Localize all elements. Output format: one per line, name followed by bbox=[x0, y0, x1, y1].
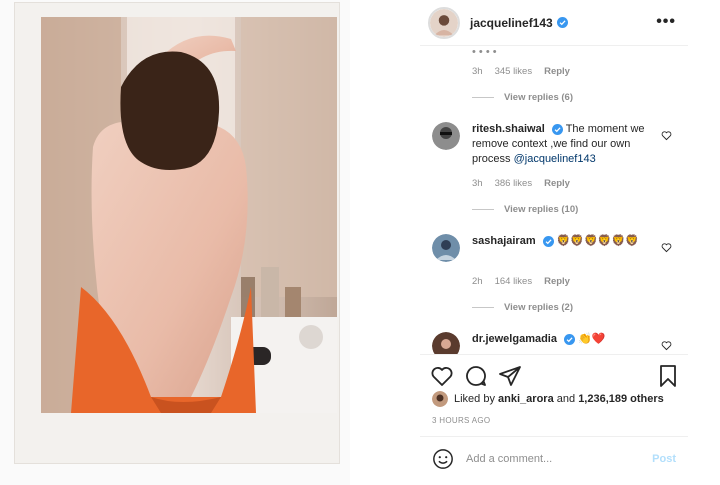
verified-badge-icon bbox=[551, 123, 563, 135]
like-comment-heart-icon[interactable] bbox=[661, 338, 672, 351]
view-replies-button[interactable]: View replies (2) bbox=[472, 302, 573, 313]
commenter-username[interactable]: dr.jewelgamadia bbox=[472, 333, 557, 345]
replies-divider bbox=[472, 209, 494, 210]
liked-by-prefix: Liked by bbox=[454, 393, 495, 405]
add-comment-input[interactable] bbox=[466, 452, 636, 465]
replies-divider bbox=[472, 307, 494, 308]
mention-link[interactable]: @jacquelinef143 bbox=[514, 153, 596, 165]
comment-text: 🦁🦁🦁🦁🦁🦁 bbox=[556, 235, 639, 247]
author-username[interactable]: jacquelinef143 bbox=[470, 16, 553, 30]
comment-meta: 3h 386 likes Reply bbox=[472, 178, 570, 189]
replies-divider bbox=[472, 97, 494, 98]
view-replies-label: View replies (10) bbox=[504, 204, 579, 215]
reply-button[interactable]: Reply bbox=[544, 178, 570, 189]
liker-username[interactable]: anki_arora bbox=[498, 393, 554, 405]
view-replies-button[interactable]: View replies (6) bbox=[472, 92, 573, 103]
share-paper-plane-icon[interactable] bbox=[498, 364, 522, 388]
commenter-avatar[interactable] bbox=[432, 122, 460, 150]
view-replies-label: View replies (6) bbox=[504, 92, 573, 103]
reply-button[interactable]: Reply bbox=[544, 276, 570, 287]
post-panel: jacquelinef143 ••• • • • • 3h 345 likes … bbox=[420, 0, 688, 485]
comment-bubble-icon[interactable] bbox=[464, 364, 488, 388]
comment-body: sashajairam 🦁🦁🦁🦁🦁🦁 bbox=[472, 234, 652, 249]
comment-time: 2h bbox=[472, 276, 483, 287]
post-comment-button[interactable]: Post bbox=[652, 453, 676, 465]
post-media-area bbox=[0, 0, 350, 485]
like-comment-heart-icon[interactable] bbox=[661, 240, 672, 253]
add-comment-row: Post bbox=[420, 436, 688, 480]
author-avatar[interactable] bbox=[428, 6, 460, 39]
others-count[interactable]: 1,236,189 others bbox=[578, 393, 664, 405]
reply-button[interactable]: Reply bbox=[544, 66, 570, 77]
commenter-username[interactable]: ritesh.shaiwal bbox=[472, 123, 545, 135]
post-header: jacquelinef143 ••• bbox=[420, 0, 688, 46]
like-heart-icon[interactable] bbox=[430, 364, 454, 388]
truncated-comment-text: • • • • bbox=[472, 46, 497, 58]
commenter-avatar[interactable] bbox=[432, 234, 460, 262]
verified-badge-icon bbox=[564, 333, 576, 345]
more-options-icon[interactable]: ••• bbox=[656, 13, 676, 31]
like-comment-heart-icon[interactable] bbox=[661, 128, 672, 141]
comment-time: 3h bbox=[472, 66, 483, 77]
post-actions-bar bbox=[420, 354, 688, 394]
view-replies-button[interactable]: View replies (10) bbox=[472, 204, 578, 215]
liked-by-and: and bbox=[556, 393, 576, 405]
comment-time: 3h bbox=[472, 178, 483, 189]
post-timestamp[interactable]: 3 HOURS AGO bbox=[432, 416, 490, 425]
comment-body: ritesh.shaiwal The moment we remove cont… bbox=[472, 122, 652, 167]
comment-meta: 3h 345 likes Reply bbox=[472, 66, 570, 77]
view-replies-label: View replies (2) bbox=[504, 302, 573, 313]
post-photo[interactable] bbox=[41, 17, 337, 413]
comment-likes[interactable]: 164 likes bbox=[495, 276, 533, 287]
polaroid-frame bbox=[14, 2, 340, 464]
emoji-smiley-icon[interactable] bbox=[432, 448, 454, 470]
commenter-avatar[interactable] bbox=[432, 332, 460, 354]
save-bookmark-icon[interactable] bbox=[656, 364, 680, 388]
comment-text: 👏❤️ bbox=[578, 333, 606, 345]
likes-summary: Liked by anki_arora and 1,236,189 others bbox=[432, 391, 664, 407]
comments-list: • • • • 3h 345 likes Reply View replies … bbox=[420, 46, 688, 354]
verified-badge-icon bbox=[542, 235, 554, 247]
verified-badge-icon bbox=[556, 17, 568, 28]
comment-likes[interactable]: 345 likes bbox=[495, 66, 533, 77]
commenter-username[interactable]: sashajairam bbox=[472, 235, 536, 247]
comment-body: dr.jewelgamadia 👏❤️ bbox=[472, 332, 652, 347]
post-photo-illustration bbox=[41, 17, 337, 413]
comment-meta: 2h 164 likes Reply bbox=[472, 276, 570, 287]
comment-likes[interactable]: 386 likes bbox=[495, 178, 533, 189]
liker-avatar[interactable] bbox=[432, 391, 448, 407]
